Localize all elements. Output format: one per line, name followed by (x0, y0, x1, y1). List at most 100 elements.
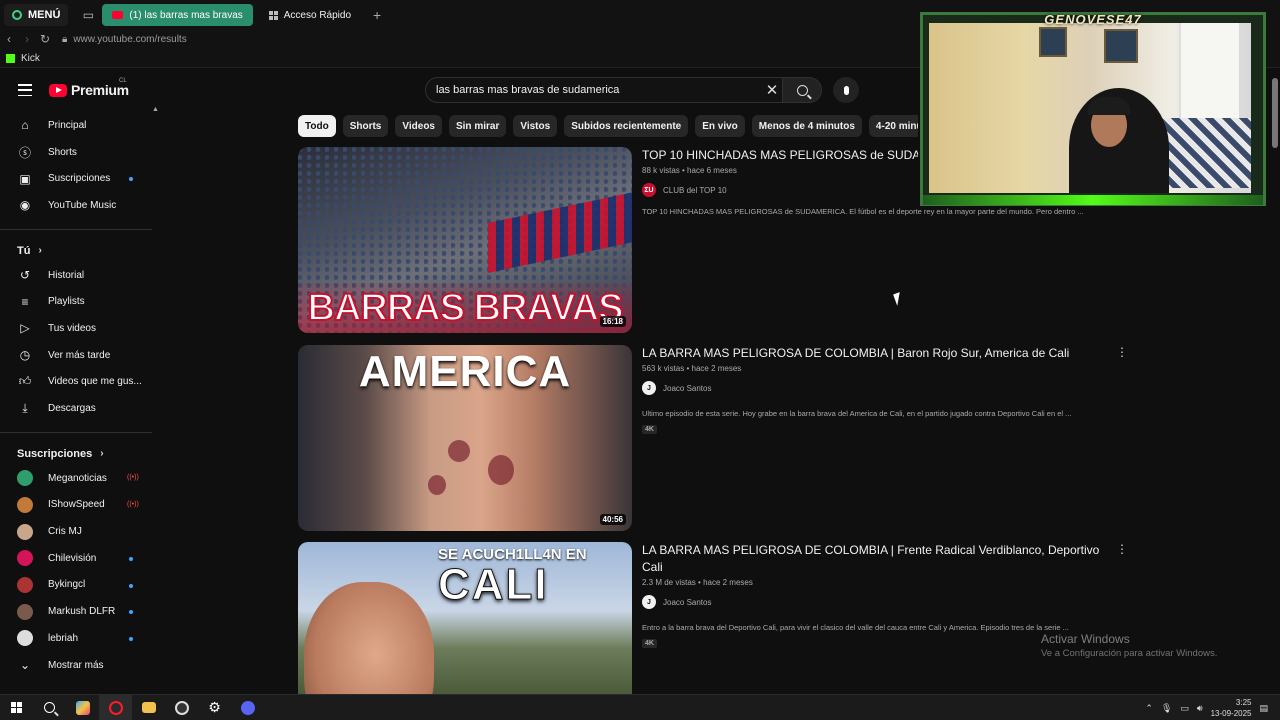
tab-quick-access[interactable]: Acceso Rápido (259, 4, 361, 26)
chip-en-vivo[interactable]: En vivo (695, 115, 745, 137)
subscriptions-icon: ▣ (19, 171, 31, 186)
sidebar-sub-chilevision[interactable]: Chilevisión (0, 545, 160, 572)
taskbar-discord[interactable] (231, 695, 264, 720)
new-content-dot (129, 177, 133, 182)
sidebar-item-label: IShowSpeed (48, 499, 105, 511)
channel-name: Joaco Santos (663, 597, 712, 607)
new-tab-button[interactable]: + (373, 7, 381, 23)
browser-menu-button[interactable]: MENÚ (4, 4, 69, 26)
more-options-icon[interactable]: ⋮ (1116, 346, 1128, 358)
channel-link[interactable]: J Joaco Santos (642, 381, 1102, 395)
chip-todo[interactable]: Todo (298, 115, 336, 137)
bookmark-kick[interactable]: Kick (21, 53, 40, 64)
chip-shorts[interactable]: Shorts (342, 115, 389, 137)
chip-sin-mirar[interactable]: Sin mirar (448, 115, 507, 137)
obs-icon (174, 700, 189, 715)
sidebar-subscriptions-header[interactable]: Suscripciones › (0, 443, 160, 465)
sidebar-sub-cris-mj[interactable]: Cris MJ (0, 518, 160, 545)
sidebar-item-ver-mas-tarde[interactable]: ◷ Ver más tarde (0, 342, 160, 369)
video-title[interactable]: LA BARRA MAS PELIGROSA DE COLOMBIA | Fre… (642, 542, 1102, 576)
back-icon[interactable]: ‹ (0, 32, 18, 46)
video-duration: 16:18 (599, 316, 626, 327)
sidebar-sub-ishowspeed[interactable]: IShowSpeed ((•)) (0, 492, 160, 519)
home-icon: ⌂ (21, 118, 29, 133)
hamburger-menu-icon[interactable] (18, 84, 32, 96)
search-icon (44, 702, 55, 713)
search-button[interactable] (782, 77, 822, 103)
copilot-icon (75, 700, 90, 715)
sidebar-you-header[interactable]: Tú › (0, 240, 160, 262)
sidebar-item-principal[interactable]: ⌂ Principal (0, 112, 160, 139)
sidebar-item-youtube-music[interactable]: ◉ YouTube Music (0, 192, 160, 219)
microphone-tray-icon[interactable]: 🎙︎ (1161, 703, 1172, 714)
taskbar-search[interactable] (33, 695, 66, 720)
chip-subidos-recientemente[interactable]: Subidos recientemente (564, 115, 689, 137)
clock[interactable]: 3:25 13-09-2025 (1211, 697, 1252, 719)
taskbar-opera[interactable] (99, 694, 132, 720)
channel-name: CLUB del TOP 10 (663, 185, 727, 195)
sidebar-item-label: Videos que me gus... (48, 376, 142, 388)
search-box[interactable]: las barras mas bravas de sudamerica ✕ (425, 77, 785, 103)
clear-search-icon[interactable]: ✕ (760, 81, 784, 99)
music-icon: ◉ (19, 198, 31, 213)
taskbar-file-explorer[interactable] (132, 695, 165, 720)
sidebar-show-more[interactable]: ⌄ Mostrar más (0, 652, 160, 679)
view-count: 2.3 M de vistas (642, 578, 696, 587)
new-content-dot (129, 556, 133, 561)
sidebar-item-shorts[interactable]: ⓢ Shorts (0, 139, 160, 166)
tab-youtube[interactable]: (1) las barras mas bravas (102, 4, 253, 26)
tab-snap-icon[interactable]: ▭ (80, 7, 96, 23)
clock-time: 3:25 (1235, 698, 1252, 707)
sidebar-item-label: lebriah (48, 632, 79, 644)
sidebar-sub-bykingcl[interactable]: Bykingcl (0, 572, 160, 599)
video-thumbnail[interactable]: AMERICA 40:56 (298, 345, 632, 531)
channel-link[interactable]: J Joaco Santos (642, 595, 1102, 609)
video-thumbnail[interactable]: BARRAS BRAVAS 16:18 (298, 147, 632, 333)
sidebar-item-tus-videos[interactable]: ▷ Tus videos (0, 315, 160, 342)
chevron-up-icon[interactable]: ⌃ (1145, 703, 1153, 714)
wall-art (1104, 29, 1138, 63)
volume-icon[interactable]: 🔊︎ (1197, 703, 1203, 714)
voice-search-button[interactable] (833, 77, 859, 103)
view-count: 88 k vistas (642, 166, 680, 175)
taskbar-obs[interactable] (165, 695, 198, 720)
sidebar-item-label: Tus videos (48, 322, 96, 334)
youtube-logo[interactable]: Premium CL (49, 78, 129, 98)
sidebar-item-suscripciones[interactable]: ▣ Suscripciones (0, 165, 160, 192)
avatar (17, 576, 33, 593)
sidebar-item-playlists[interactable]: ≡ Playlists (0, 288, 160, 315)
chip-menos-de-4-minutos[interactable]: Menos de 4 minutos (751, 115, 862, 137)
chip-vistos[interactable]: Vistos (513, 115, 558, 137)
forward-icon[interactable]: › (18, 32, 36, 46)
sidebar-sub-lebriah[interactable]: lebriah (0, 625, 160, 652)
upload-age: hace 6 meses (687, 166, 737, 175)
thumbnail-text: AMERICA (358, 347, 572, 396)
video-title[interactable]: TOP 10 HINCHADAS MAS PELIGROSAS de SUDAM… (642, 147, 918, 164)
chip-4-20-minutos[interactable]: 4-20 minutos (868, 115, 918, 137)
more-options-icon[interactable]: ⋮ (1116, 543, 1128, 555)
taskbar-settings[interactable]: ⚙ (198, 695, 231, 720)
chevron-down-icon: ⌄ (19, 658, 31, 673)
search-input[interactable]: las barras mas bravas de sudamerica (436, 84, 760, 96)
url-field[interactable]: www.youtube.com/results (73, 34, 186, 45)
reload-icon[interactable]: ↻ (36, 32, 54, 46)
sidebar-sub-markush-dlfr[interactable]: Markush DLFR (0, 598, 160, 625)
chip-videos[interactable]: Videos (395, 115, 442, 137)
video-title[interactable]: LA BARRA MAS PELIGROSA DE COLOMBIA | Bar… (642, 345, 1102, 362)
tattoo-shape (428, 475, 446, 495)
video-thumbnail[interactable]: SE ACUCH1LL4N EN CALI (298, 542, 632, 694)
taskbar-copilot[interactable] (66, 695, 99, 720)
sidebar-item-label: Meganoticias (48, 472, 107, 484)
sidebar-item-descargas[interactable]: ⤓ Descargas (0, 395, 160, 422)
sidebar-sub-meganoticias[interactable]: Meganoticias ((•)) (0, 465, 160, 492)
sidebar-item-label: Playlists (48, 296, 85, 308)
page-scrollbar[interactable] (1272, 78, 1278, 148)
start-button[interactable] (0, 695, 33, 720)
avatar (17, 603, 33, 620)
your-videos-icon: ▷ (20, 321, 30, 336)
notifications-icon[interactable]: ▤ (1259, 703, 1268, 714)
sidebar-item-liked-videos[interactable]: 👍︎ Videos que me gus... (0, 369, 160, 396)
sidebar-item-historial[interactable]: ↺ Historial (0, 262, 160, 289)
network-icon[interactable]: ▭ (1180, 703, 1189, 714)
sidebar-item-label: Shorts (48, 146, 77, 158)
